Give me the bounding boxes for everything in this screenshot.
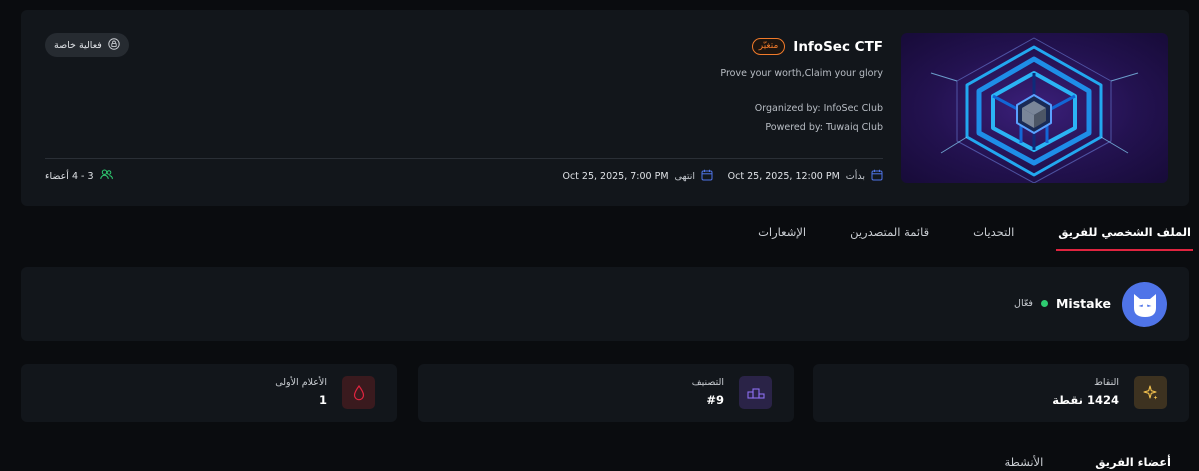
- team-name-row: Mistake فعّال: [1014, 296, 1111, 311]
- event-type-badge: متغيّر: [751, 38, 786, 55]
- tab-team-profile[interactable]: الملف الشخصي للفريق: [1056, 225, 1193, 251]
- team-size: 3 - 4 أعضاء: [45, 169, 113, 183]
- points-card: النقاط 1424 نقطة: [813, 364, 1189, 422]
- points-label: النقاط: [1094, 377, 1119, 388]
- first-bloods-card: الأعلام الأولى 1: [21, 364, 397, 422]
- main-tabs: الملف الشخصي للفريق التحديات قائمة المتص…: [714, 225, 1193, 251]
- first-bloods-label: الأعلام الأولى: [275, 377, 327, 388]
- end-label: انتهى: [674, 171, 695, 182]
- tab-activities[interactable]: الأنشطة: [1004, 455, 1043, 469]
- event-tagline: Prove your worth,Claim your glory: [720, 68, 883, 79]
- cat-icon: [1133, 293, 1156, 317]
- event-start-date: بدأت Oct 25, 2025, 12:00 PM: [728, 169, 883, 184]
- rank-label: التصنيف: [691, 377, 724, 388]
- event-title: InfoSec CTF: [793, 38, 883, 55]
- rank-card: التصنيف #9: [418, 364, 794, 422]
- event-end-date: انتهى Oct 25, 2025, 7:00 PM: [562, 169, 713, 184]
- users-icon: [99, 169, 113, 183]
- lock-icon: [108, 37, 120, 53]
- end-value: Oct 25, 2025, 7:00 PM: [562, 171, 669, 182]
- event-powered-by: Powered by: Tuwaiq Club: [765, 122, 883, 133]
- divider: [45, 158, 883, 159]
- first-bloods-value: 1: [318, 393, 327, 407]
- status-dot: [1040, 300, 1048, 307]
- tab-challenges[interactable]: التحديات: [973, 225, 1014, 251]
- points-value: 1424 نقطة: [1052, 393, 1119, 407]
- team-subtabs: أعضاء الفريق الأنشطة: [952, 455, 1171, 469]
- blood-drop-icon: [342, 376, 375, 409]
- rank-value: #9: [706, 393, 724, 407]
- start-value: Oct 25, 2025, 12:00 PM: [727, 171, 840, 182]
- private-event-label: فعالية خاصة: [54, 39, 102, 51]
- event-card: InfoSec CTF متغيّر Prove your worth,Clai…: [21, 10, 1189, 206]
- team-card: Mistake فعّال: [21, 267, 1189, 341]
- team-avatar: [1122, 282, 1167, 327]
- private-event-chip: فعالية خاصة: [45, 33, 129, 57]
- start-label: بدأت: [845, 171, 865, 182]
- team-size-label: 3 - 4 أعضاء: [45, 170, 94, 182]
- tab-team-members[interactable]: أعضاء الفريق: [1095, 455, 1171, 469]
- calendar-icon: [701, 169, 713, 184]
- tab-notifications[interactable]: الإشعارات: [758, 225, 806, 251]
- tab-leaderboard[interactable]: قائمة المتصدرين: [850, 225, 929, 251]
- event-title-row: InfoSec CTF متغيّر: [751, 38, 883, 55]
- event-banner-image: [901, 33, 1168, 183]
- team-name: Mistake: [1055, 296, 1111, 311]
- event-organizer: Organized by: InfoSec Club: [754, 103, 883, 114]
- sparkles-icon: [1134, 376, 1167, 409]
- team-status: فعّال: [1014, 298, 1033, 309]
- podium-icon: [739, 376, 772, 409]
- calendar-icon: [871, 169, 883, 184]
